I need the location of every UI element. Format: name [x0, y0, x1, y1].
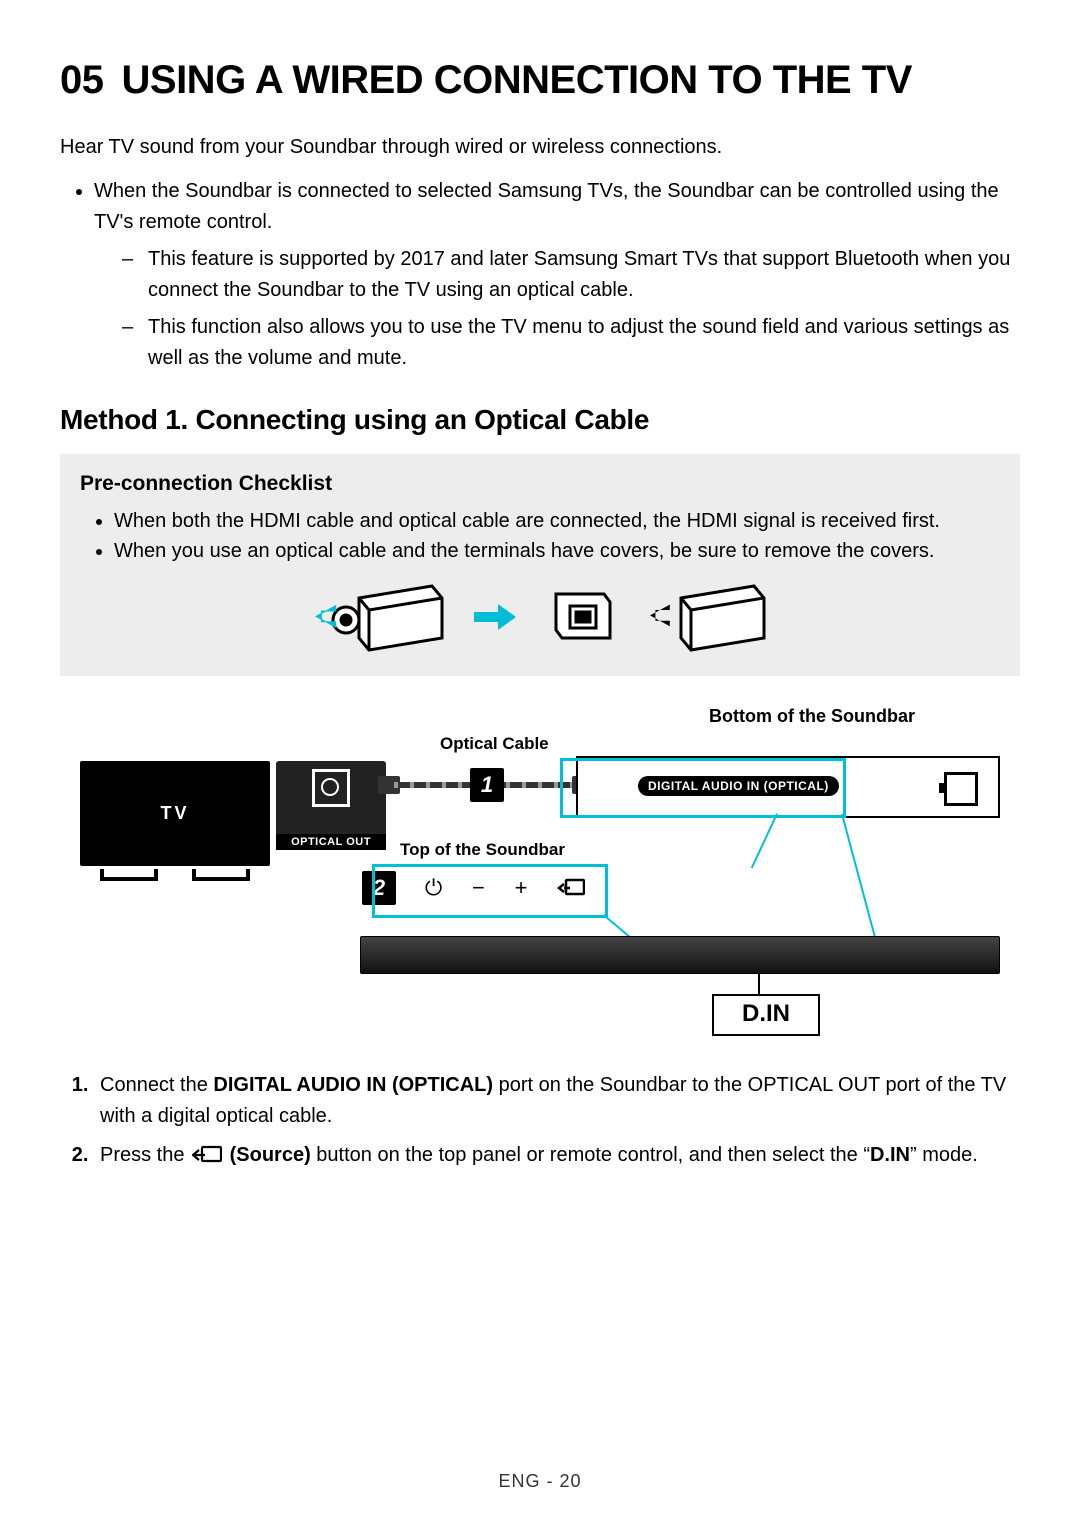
- step-2-din-bold: D.IN: [870, 1144, 910, 1166]
- intro-dash-list: This feature is supported by 2017 and la…: [94, 244, 1020, 374]
- step-2-source-bold: (Source): [230, 1144, 311, 1166]
- diagram-step-1-badge: 1: [470, 768, 504, 802]
- intro-bullet: When the Soundbar is connected to select…: [94, 176, 1020, 374]
- intro-paragraph: Hear TV sound from your Soundbar through…: [60, 133, 1020, 162]
- arrow-right-icon: [474, 602, 516, 632]
- method-heading: Method 1. Connecting using an Optical Ca…: [60, 404, 1020, 436]
- diagram-tv-screen: TV: [80, 761, 270, 866]
- checklist-list: When both the HDMI cable and optical cab…: [80, 506, 1000, 566]
- step-2: Press the (Source) button on the top pan…: [94, 1140, 1020, 1171]
- cover-removal-illustration: [80, 580, 1000, 654]
- cover-removed-icon: [546, 580, 616, 654]
- checklist-item-2: When you use an optical cable and the te…: [114, 536, 1000, 566]
- diagram-label-top-soundbar: Top of the Soundbar: [400, 840, 565, 860]
- steps-list: Connect the DIGITAL AUDIO IN (OPTICAL) p…: [60, 1070, 1020, 1171]
- diagram-optical-out-label: OPTICAL OUT: [276, 834, 386, 850]
- step-2-text-c: ” mode.: [910, 1144, 978, 1166]
- section-heading: 05 USING A WIRED CONNECTION TO THE TV: [60, 58, 1020, 103]
- source-icon: [192, 1145, 222, 1165]
- callout-line-icon: [751, 813, 780, 869]
- intro-dash-2: This function also allows you to use the…: [122, 312, 1020, 374]
- intro-bullet-list: When the Soundbar is connected to select…: [60, 176, 1020, 374]
- step-1-text-a: Connect the: [100, 1074, 213, 1096]
- digital-in-port-icon: [944, 772, 978, 806]
- diagram-soundbar-front: [360, 936, 1000, 974]
- din-leader-line: [758, 974, 760, 994]
- checklist-item-1: When both the HDMI cable and optical cab…: [114, 506, 1000, 536]
- diagram-tv-label: TV: [160, 803, 189, 824]
- connection-diagram: Bottom of the Soundbar Optical Cable TV …: [60, 706, 1020, 1036]
- highlight-control-panel: [372, 864, 608, 918]
- diagram-optical-out-port: OPTICAL OUT: [276, 761, 386, 849]
- diagram-tv: TV: [80, 761, 270, 881]
- diagram-label-bottom-soundbar: Bottom of the Soundbar: [709, 706, 915, 727]
- intro-bullet-text: When the Soundbar is connected to select…: [94, 180, 999, 233]
- cover-left-icon: [314, 580, 444, 654]
- diagram-label-optical-cable: Optical Cable: [440, 734, 549, 754]
- optical-port-icon: [312, 769, 350, 807]
- step-2-text-b: button on the top panel or remote contro…: [311, 1144, 870, 1166]
- diagram-tv-stand: [80, 869, 270, 881]
- step-2-text-a: Press the: [100, 1144, 190, 1166]
- page-footer: ENG - 20: [0, 1471, 1080, 1492]
- manual-page: 05 USING A WIRED CONNECTION TO THE TV Hea…: [0, 0, 1080, 1532]
- checklist-heading: Pre-connection Checklist: [80, 472, 1000, 496]
- step-1: Connect the DIGITAL AUDIO IN (OPTICAL) p…: [94, 1070, 1020, 1132]
- port-open-icon: [646, 580, 766, 654]
- intro-dash-1: This feature is supported by 2017 and la…: [122, 244, 1020, 306]
- checklist-box: Pre-connection Checklist When both the H…: [60, 454, 1020, 676]
- section-title-text: USING A WIRED CONNECTION TO THE TV: [122, 58, 912, 102]
- diagram-din-display: D.IN: [712, 994, 820, 1036]
- section-number: 05: [60, 58, 104, 102]
- highlight-digital-in: [560, 758, 846, 818]
- step-1-bold: DIGITAL AUDIO IN (OPTICAL): [213, 1074, 493, 1096]
